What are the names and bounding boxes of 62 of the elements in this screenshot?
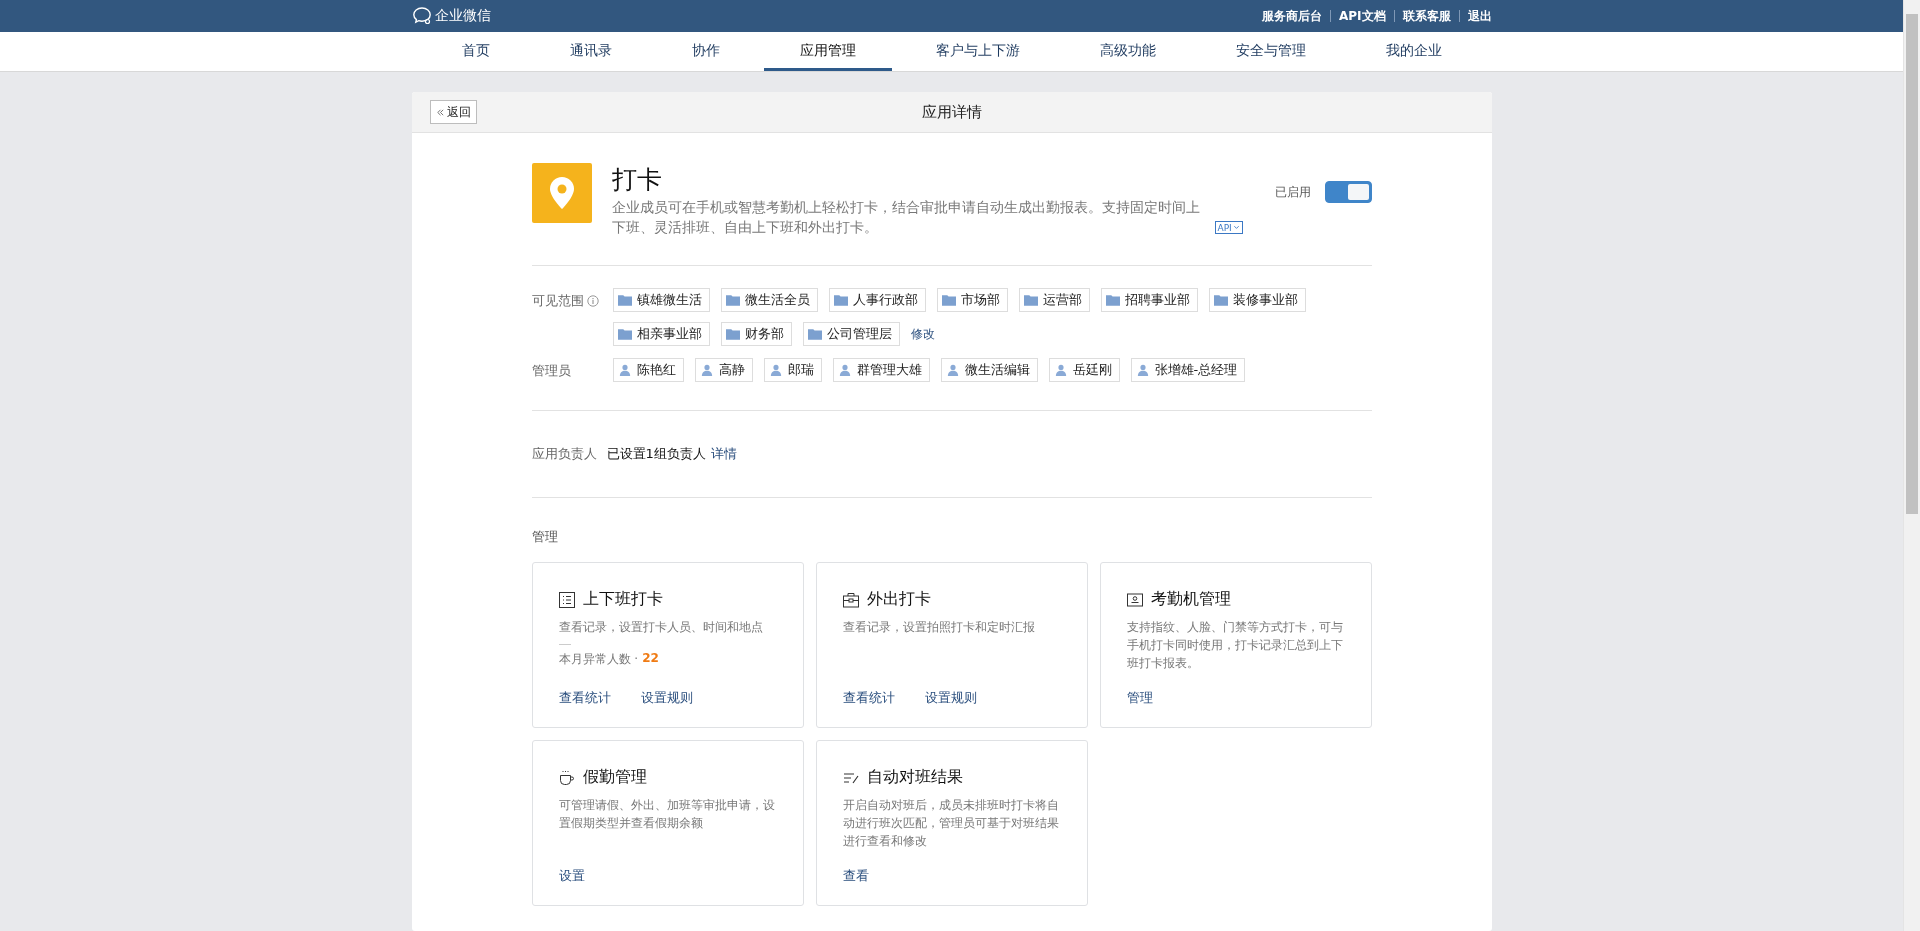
card-description: 可管理请假、外出、加班等审批申请，设置假期类型并查看假期余额 <box>558 797 776 832</box>
stat-count: 22 <box>642 651 659 667</box>
card-title: 上下班打卡 <box>582 589 663 610</box>
status-label: 已启用 <box>1274 183 1311 201</box>
logo-text: 企业微信 <box>434 7 491 25</box>
department-tag: 装修事业部 <box>1208 288 1306 312</box>
card-action-link[interactable]: 设置规则 <box>924 689 977 707</box>
top-link[interactable]: 退出 <box>1458 10 1492 22</box>
card-title: 假勤管理 <box>582 767 647 788</box>
top-link[interactable]: API文档 <box>1329 10 1394 22</box>
department-tag: 运营部 <box>1018 288 1090 312</box>
nav-tab[interactable]: 首页 <box>425 32 526 71</box>
card-action-link[interactable]: 查看统计 <box>558 689 611 707</box>
department-tag: 相亲事业部 <box>612 322 710 346</box>
edit-link[interactable]: 修改 <box>910 325 935 343</box>
nav-tab[interactable]: 通讯录 <box>533 32 648 71</box>
card-description: 支持指纹、人脸、门禁等方式打卡，可与手机打卡同时使用，打卡记录汇总到上下班打卡报表。 <box>1126 619 1344 672</box>
field-label: 应用负责人 <box>531 445 597 463</box>
card-action-link[interactable]: 设置 <box>558 867 585 885</box>
admin-tag: 陈艳红 <box>612 358 684 382</box>
field-label: 可见范围 <box>531 292 584 310</box>
card-title: 考勤机管理 <box>1150 589 1231 610</box>
nav-tab[interactable]: 高级功能 <box>1063 32 1192 71</box>
card-action-link[interactable]: 查看统计 <box>842 689 895 707</box>
card-action-link[interactable]: 设置规则 <box>640 689 693 707</box>
card-action-link[interactable]: 查看 <box>842 867 869 885</box>
department-tag: 财务部 <box>720 322 792 346</box>
card-description: 查看记录，设置打卡人员、时间和地点 <box>558 619 764 636</box>
department-tag: 人事行政部 <box>828 288 926 312</box>
nav-tab[interactable]: 协作 <box>655 32 756 71</box>
owner-value: 已设置1组负责人 <box>606 445 706 463</box>
department-tag: 微生活全员 <box>720 288 818 312</box>
app-name: 打卡 <box>611 165 663 195</box>
admin-tag: 群管理大雄 <box>832 358 930 382</box>
api-dropdown[interactable]: API <box>1214 221 1243 234</box>
section-heading: 管理 <box>531 528 559 546</box>
admin-tag: 张增雄-总经理 <box>1130 358 1246 382</box>
admin-tag: 郎瑞 <box>763 358 822 382</box>
nav-tab[interactable]: 安全与管理 <box>1199 32 1342 71</box>
admin-tag: 高静 <box>694 358 753 382</box>
card-description: 开启自动对班后，成员未排班时打卡将自动进行班次匹配，管理员可基于对班结果进行查看和修改 <box>842 797 1060 850</box>
top-link[interactable]: 服务商后台 <box>1253 10 1330 22</box>
admin-tag: 岳廷刚 <box>1048 358 1120 382</box>
nav-tab[interactable]: 应用管理 <box>763 32 892 71</box>
card-description: 查看记录，设置拍照打卡和定时汇报 <box>842 619 1036 636</box>
department-tag: 镇雄微生活 <box>612 288 710 312</box>
nav-tab[interactable]: 我的企业 <box>1349 32 1478 71</box>
department-tag: 市场部 <box>936 288 1008 312</box>
details-link[interactable]: 详情 <box>710 445 737 463</box>
nav-tab[interactable]: 客户与上下游 <box>899 32 1056 71</box>
department-tag: 招聘事业部 <box>1100 288 1198 312</box>
field-label: 管理员 <box>531 362 571 380</box>
stat-label: 本月异常人数 · <box>558 651 639 668</box>
admin-tag: 微生活编辑 <box>940 358 1038 382</box>
top-link[interactable]: 联系客服 <box>1393 10 1459 22</box>
app-description: 企业成员可在手机或智慧考勤机上轻松打卡，结合审批申请自动生成出勤报表。支持固定时间上下班、灵活排班、自由上下班和外出打卡。 <box>611 198 1201 237</box>
back-button[interactable]: 返回 <box>429 100 477 124</box>
card-title: 自动对班结果 <box>866 767 963 788</box>
card-action-link[interactable]: 管理 <box>1126 689 1153 707</box>
panel-title: 应用详情 <box>921 102 982 122</box>
card-title: 外出打卡 <box>866 589 931 610</box>
department-tag: 公司管理层 <box>802 322 900 346</box>
